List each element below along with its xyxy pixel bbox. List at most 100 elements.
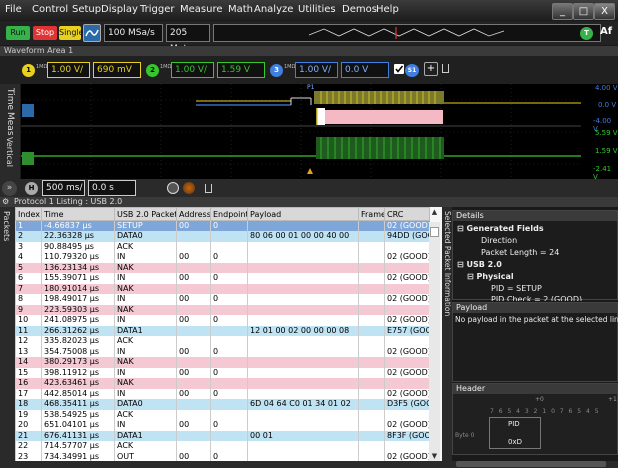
- sample-rate-display[interactable]: 100 MSa/s: [104, 24, 163, 42]
- channel-3-offset[interactable]: 0.0 V: [341, 62, 389, 78]
- pin-icon-2[interactable]: [205, 184, 212, 193]
- memory-depth-display[interactable]: 205 Mpts: [166, 24, 210, 54]
- channel-3-scale[interactable]: 1.00 V/: [295, 62, 338, 78]
- table-row[interactable]: 14 380.29173 µs NAK: [15, 357, 430, 368]
- menu-analyze[interactable]: Analyze: [254, 4, 293, 15]
- pid-field[interactable]: PID 0xD: [489, 417, 541, 449]
- offset-label-0: +0: [535, 396, 544, 403]
- acquisition-icon[interactable]: [183, 182, 195, 194]
- table-row[interactable]: 18 468.35411 µs DATA0 6D 04 64 C0 01 34 01 …: [15, 399, 430, 410]
- table-row[interactable]: 7 180.91014 µs NAK: [15, 283, 430, 294]
- selected-packet-side-tab: Selected Packet Information: [442, 207, 452, 461]
- table-row[interactable]: 2 22.36328 µs DATA0 80 06 00 01 00 00 40 00…: [15, 231, 430, 242]
- table-row[interactable]: 16 423.63461 µs NAK: [15, 378, 430, 389]
- waveform-side-tabs: Time Meas Vertical: [0, 84, 20, 179]
- menu-file[interactable]: File: [5, 4, 22, 15]
- pin-icon[interactable]: [442, 64, 449, 73]
- gear-icon[interactable]: ⚙: [2, 197, 9, 207]
- column-header[interactable]: CRC: [384, 207, 430, 221]
- table-row[interactable]: 8 198.49017 µs IN 00 0 02 (GOOD): [15, 294, 430, 305]
- tree-item-usb[interactable]: ⊟ USB 2.0: [457, 260, 502, 269]
- menu-demos[interactable]: Demos: [342, 4, 377, 15]
- serial-s1-badge[interactable]: S1: [405, 64, 419, 77]
- table-row[interactable]: 1 -4.66837 µs SETUP 00 0 02 (GOOD): [15, 220, 430, 231]
- run-button[interactable]: Run: [6, 26, 30, 40]
- table-row[interactable]: 19 538.54925 µs ACK: [15, 409, 430, 420]
- tab-vertical[interactable]: Vertical: [5, 137, 14, 167]
- maximize-button[interactable]: □: [573, 3, 594, 20]
- table-row[interactable]: 5 136.23134 µs NAK: [15, 262, 430, 273]
- channel-1-badge[interactable]: 1: [22, 64, 35, 77]
- tree-item-generated-fields[interactable]: ⊟ Generated Fields: [457, 224, 544, 233]
- menu-display[interactable]: Display: [101, 4, 138, 15]
- column-header[interactable]: USB 2.0 Packet: [114, 207, 177, 221]
- add-channel-icon[interactable]: +: [424, 62, 438, 76]
- table-row[interactable]: 9 223.59303 µs NAK: [15, 304, 430, 315]
- collapse-icon[interactable]: »: [2, 181, 17, 196]
- menu-setup[interactable]: Setup: [72, 4, 101, 15]
- horizontal-badge[interactable]: H: [25, 182, 38, 195]
- zoom-icon[interactable]: Af: [600, 26, 612, 37]
- menu-utilities[interactable]: Utilities: [298, 4, 336, 15]
- table-cell: 4: [15, 252, 42, 263]
- table-row[interactable]: 10 241.08975 µs IN 00 0 02 (GOOD): [15, 315, 430, 326]
- column-header[interactable]: Address: [176, 207, 211, 221]
- tab-packets[interactable]: Packets: [2, 211, 11, 241]
- close-button[interactable]: X: [594, 3, 615, 20]
- table-row[interactable]: 17 442.85014 µs IN 00 0 02 (GOOD): [15, 388, 430, 399]
- channel-1-scale[interactable]: 1.00 V/: [47, 62, 90, 78]
- menu-control[interactable]: Control: [32, 4, 68, 15]
- channel-2-badge[interactable]: 2: [146, 64, 159, 77]
- column-header[interactable]: Endpoint: [210, 207, 248, 221]
- tree-item-physical[interactable]: ⊟ Physical: [467, 272, 514, 281]
- table-row[interactable]: 13 354.75008 µs IN 00 0 02 (GOOD): [15, 346, 430, 357]
- column-header[interactable]: Frame: [358, 207, 385, 221]
- horizontal-scrollbar[interactable]: [456, 461, 606, 467]
- single-button[interactable]: Single: [59, 26, 84, 40]
- menu-trigger[interactable]: Trigger: [140, 4, 175, 15]
- autoscale-icon[interactable]: [83, 24, 101, 42]
- tree-item-packet-length[interactable]: Packet Length = 24: [481, 248, 559, 257]
- stop-button[interactable]: Stop: [33, 26, 57, 40]
- table-scrollbar[interactable]: ▲ ▼: [429, 208, 440, 461]
- trigger-icon[interactable]: T: [580, 27, 593, 40]
- table-row[interactable]: 15 398.11912 µs IN 00 0 02 (GOOD): [15, 367, 430, 378]
- channel-2-scale[interactable]: 1.00 V/: [171, 62, 214, 78]
- column-header[interactable]: Payload: [247, 207, 359, 221]
- scroll-thumb[interactable]: [430, 227, 439, 237]
- menu-measure[interactable]: Measure: [180, 4, 223, 15]
- table-row[interactable]: 22 714.57707 µs ACK: [15, 441, 430, 452]
- waveform-display[interactable]: P1 4.00 V 0.0 V -4.00 V 5.59 V 1.59 V -2…: [21, 84, 618, 181]
- zoom-tool-icon[interactable]: [167, 182, 179, 194]
- column-header[interactable]: Index: [15, 207, 42, 221]
- tree-item-pid-check[interactable]: PID Check = 2 (GOOD): [491, 295, 582, 301]
- table-row[interactable]: 11 266.31262 µs DATA1 12 01 00 02 00 00 00 …: [15, 325, 430, 336]
- scroll-down-arrow-icon[interactable]: ▼: [430, 452, 439, 460]
- table-cell: 0: [210, 420, 248, 431]
- table-row[interactable]: 20 651.04101 µs IN 00 0 02 (GOOD): [15, 420, 430, 431]
- table-cell: ACK: [114, 409, 177, 420]
- minimize-button[interactable]: _: [552, 3, 573, 20]
- channel-2-offset[interactable]: 1.59 V: [217, 62, 265, 78]
- column-header[interactable]: Time: [41, 207, 115, 221]
- table-row[interactable]: 23 734.34991 µs OUT 00 0 02 (GOOD): [15, 451, 430, 461]
- scroll-up-arrow-icon[interactable]: ▲: [430, 208, 439, 217]
- serial-checkbox[interactable]: [394, 64, 404, 74]
- table-row[interactable]: 21676.41131 µsDATA1 00 01 8F3F (GOOD): [15, 430, 430, 441]
- tab-meas[interactable]: Meas: [5, 112, 15, 136]
- tab-time[interactable]: Time: [5, 88, 15, 110]
- channel-1-offset[interactable]: 690 mV: [93, 62, 141, 78]
- channel-3-badge[interactable]: 3: [270, 64, 283, 77]
- menu-math[interactable]: Math: [228, 4, 253, 15]
- horizontal-scale[interactable]: 500 ms/: [42, 180, 85, 196]
- menu-help[interactable]: Help: [376, 4, 399, 15]
- table-row[interactable]: 6 155.39071 µs IN 00 0 02 (GOOD): [15, 273, 430, 284]
- table-row[interactable]: 4 110.79320 µs IN 00 0 02 (GOOD): [15, 252, 430, 263]
- table-row[interactable]: 3 90.88495 µs ACK: [15, 241, 430, 252]
- tab-selected-packet-info[interactable]: Selected Packet Information: [443, 211, 452, 316]
- tree-item-direction[interactable]: Direction: [481, 236, 517, 245]
- tree-item-pid[interactable]: PID = SETUP: [491, 284, 542, 293]
- horizontal-position[interactable]: 0.0 s: [88, 180, 136, 196]
- table-row[interactable]: 12 335.82023 µs ACK: [15, 336, 430, 347]
- waveform-overview[interactable]: [213, 24, 601, 42]
